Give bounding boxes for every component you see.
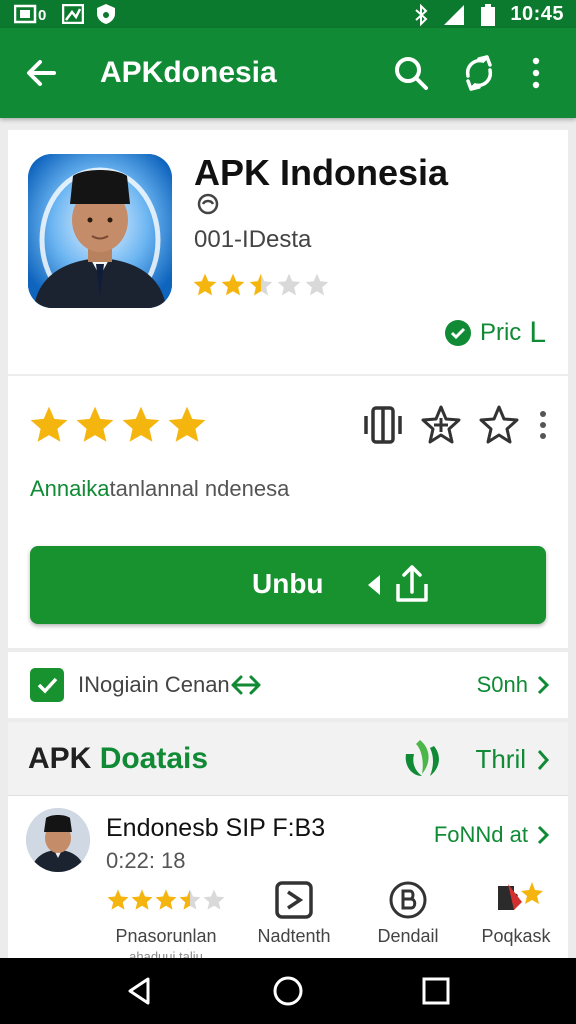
star-icon [203,889,225,910]
swap-arrows-icon [230,670,262,700]
option-label: INogiain Cenan [78,672,230,697]
star-icon [305,273,329,296]
star-icon [30,406,68,442]
item-time: 0:22: 18 [106,848,186,873]
option-checkbox[interactable] [30,668,64,702]
nav-back-icon[interactable] [124,975,156,1007]
shield-icon [96,3,116,25]
star-icon [277,273,301,296]
more-options-icon[interactable] [536,404,550,446]
chevron-right-icon [536,748,550,772]
battery-icon [480,3,496,26]
feature-label: Nadtenth [257,926,331,946]
feature-dendail[interactable]: Dendail [358,880,458,947]
image-notification-icon [62,4,84,24]
app-name: APK Indonesia [194,152,449,193]
star-icon [131,889,153,910]
star-icon [249,273,273,296]
rating-card: Annaikatanlannal ndenesa Unbu [8,376,568,648]
install-button-label: Unbu [252,568,324,599]
avatar[interactable] [26,808,90,872]
see-more-link[interactable]: S0nh [477,672,550,698]
item-link-label: FoNNd at [433,822,528,847]
verified-check-icon [444,319,472,347]
app-bar-title: APKdonesia [100,56,277,89]
app-bar: APKdonesia [0,28,576,118]
price-bracket: L [529,316,546,349]
stars-rating-icon [96,880,236,920]
feature-label: Dendail [377,926,439,946]
notification-icon: 0 [14,4,50,24]
overall-rating-stars [28,404,208,446]
signal-icon [442,4,466,26]
details-title-green: Doatais [99,742,209,775]
badge-b-icon [358,880,458,920]
tagline-rest: tanlannal ndenesa [109,476,290,501]
nav-home-icon[interactable] [272,975,304,1007]
nav-recents-icon[interactable] [420,975,452,1007]
details-link[interactable]: Thril [475,744,550,775]
item-title: Endonesb SIP F:B3 [106,814,326,842]
chevron-right-icon [536,824,550,846]
star-icon [179,889,201,910]
tagline: Annaikatanlannal ndenesa [30,476,289,502]
star-icon [76,406,114,442]
price-label: Pric [479,319,522,346]
developer-icon [196,192,220,216]
app-rating-stars [192,272,330,298]
star-icon [221,273,245,296]
play-box-icon [234,880,354,920]
app-icon[interactable] [28,154,172,308]
feature-nadtenth[interactable]: Nadtenth [234,880,354,947]
device-compat-icon[interactable] [362,404,404,446]
back-arrow-icon[interactable] [22,54,60,92]
status-time: 10:45 [510,3,564,25]
feature-label: Pnasorunlan [115,926,217,946]
tagline-highlight: Annaika [30,476,110,501]
search-icon[interactable] [392,54,430,92]
see-more-label: S0nh [476,672,528,697]
feature-ratings[interactable]: Pnasorunlan ahaduui taliu [96,880,236,964]
install-button[interactable]: Unbu [30,546,546,624]
feature-label: Poqkask [481,926,551,946]
system-nav-bar [0,958,576,1024]
star-icon [168,406,206,442]
price-row[interactable]: Pric L [444,316,546,350]
star-icon [155,889,177,910]
leaf-badge-icon [400,736,446,780]
details-card: APK Doatais Thril Endonesb SIP F:B3 0:22… [8,722,568,964]
details-title: APK Doatais [28,742,208,776]
star-icon [107,889,129,910]
star-add-icon[interactable] [420,404,462,446]
status-bar: 0 10:45 [0,0,576,28]
status-glyph: 0 [38,7,46,24]
bluetooth-icon [414,3,428,26]
developer-name[interactable]: 001-IDesta [194,226,311,254]
share-icon[interactable] [460,54,498,92]
details-link-label: Thril [475,744,526,774]
upload-share-icon [364,562,432,608]
chevron-right-icon [536,674,550,696]
details-title-dark: APK [28,742,92,775]
app-header-card: APK Indonesia 001-IDesta Pric L [8,130,568,374]
details-header: APK Doatais Thril [8,722,568,796]
puzzle-star-icon [468,880,564,920]
star-icon [122,406,160,442]
item-link[interactable]: FoNNd at [434,822,550,848]
overflow-menu-icon[interactable] [524,54,548,92]
star-icon [193,273,217,296]
feature-poqkask[interactable]: Poqkask [468,880,564,947]
wishlist-star-icon[interactable] [478,404,520,446]
option-row[interactable]: INogiain Cenan S0nh [8,652,568,718]
